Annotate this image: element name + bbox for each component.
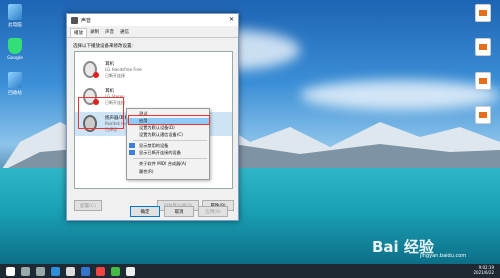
computer-icon xyxy=(8,4,22,20)
menu-separator xyxy=(133,140,207,141)
explorer-icon[interactable] xyxy=(66,266,75,276)
tab-sounds[interactable]: 声音 xyxy=(102,28,117,37)
configure-button[interactable]: 配置(C) xyxy=(74,200,102,211)
system-tray-clock[interactable]: 9:02:19 2021/6/22 xyxy=(473,265,494,275)
dialog-title: 声音 xyxy=(81,17,92,24)
task-view-icon[interactable] xyxy=(36,266,45,276)
apply-button[interactable]: 应用(A) xyxy=(198,206,228,217)
search-icon[interactable] xyxy=(21,266,30,276)
document-icon xyxy=(475,106,491,124)
document-icon xyxy=(475,72,491,90)
menu-item-set-default[interactable]: 设置为默认设备(D) xyxy=(127,125,209,131)
menu-separator xyxy=(133,158,207,159)
desktop-icon-this-pc[interactable]: 此电脑 xyxy=(2,4,28,28)
desktop-icon-label: Google xyxy=(7,56,23,61)
recycle-bin-icon xyxy=(8,72,22,88)
cancel-button[interactable]: 取消 xyxy=(164,206,194,217)
device-item[interactable]: 耳机 LG Handsfree Free 已断开连接 xyxy=(75,58,232,82)
app-icon[interactable] xyxy=(81,266,90,276)
edge-icon[interactable] xyxy=(51,266,60,276)
shield-icon xyxy=(8,38,22,54)
menu-item-label: 显示禁用的设备 xyxy=(139,143,169,148)
document-icon xyxy=(475,38,491,56)
desktop-file-4[interactable] xyxy=(470,106,496,126)
tab-bar: 播放 录制 声音 通信 xyxy=(67,26,238,38)
watermark-url: jingyan.baidu.com xyxy=(420,253,467,259)
menu-item-properties[interactable]: 属性(R) xyxy=(127,169,209,175)
menu-item-show-disconnected[interactable]: 显示已断开连接的设备 xyxy=(127,150,209,156)
menu-item-about-midi[interactable]: 关于软件 MIDI 合成器(A) xyxy=(127,161,209,167)
tab-recording[interactable]: 录制 xyxy=(87,28,102,37)
checkmark-icon xyxy=(129,150,135,155)
desktop-file-3[interactable] xyxy=(470,72,496,92)
desktop-icon-recycle[interactable]: 回收站 xyxy=(2,72,28,96)
tab-playback[interactable]: 播放 xyxy=(70,28,87,37)
device-button-row: 配置(C) xyxy=(74,200,102,211)
desktop-icon-label: 回收站 xyxy=(8,91,22,96)
menu-item-set-default-comm[interactable]: 设置为默认通信设备(C) xyxy=(127,132,209,138)
highlight-box xyxy=(78,97,124,129)
checkmark-icon xyxy=(129,143,135,148)
speaker-icon[interactable] xyxy=(126,266,135,276)
clock-date: 2021/6/22 xyxy=(473,270,494,275)
disconnected-status-icon xyxy=(93,72,99,78)
start-icon[interactable] xyxy=(6,266,15,276)
document-icon xyxy=(475,4,491,22)
device-status: 已断开连接 xyxy=(105,73,125,78)
tab-communications[interactable]: 通信 xyxy=(117,28,132,37)
desktop-icon-label: 此电脑 xyxy=(8,23,22,28)
desktop-file-2[interactable] xyxy=(470,38,496,58)
dialog-titlebar: 声音 ✕ xyxy=(67,14,238,26)
close-button[interactable]: ✕ xyxy=(229,16,234,23)
menu-item-show-disabled[interactable]: 显示禁用的设备 xyxy=(127,143,209,149)
device-model: LG Handsfree Free xyxy=(105,67,142,72)
app-icon[interactable] xyxy=(111,266,120,276)
taskbar: 9:02:19 2021/6/22 xyxy=(0,264,500,278)
highlight-box xyxy=(128,115,210,125)
dialog-action-row: 确定 取消 应用(A) xyxy=(130,206,228,217)
app-icon[interactable] xyxy=(96,266,105,276)
speaker-icon xyxy=(71,16,78,24)
ok-button[interactable]: 确定 xyxy=(130,206,160,217)
desktop-icon-google[interactable]: Google xyxy=(2,38,28,61)
menu-item-label: 显示已断开连接的设备 xyxy=(139,150,181,155)
instruction-text: 选择以下播放设备来修改设置: xyxy=(73,44,134,49)
desktop-file-1[interactable] xyxy=(470,4,496,24)
